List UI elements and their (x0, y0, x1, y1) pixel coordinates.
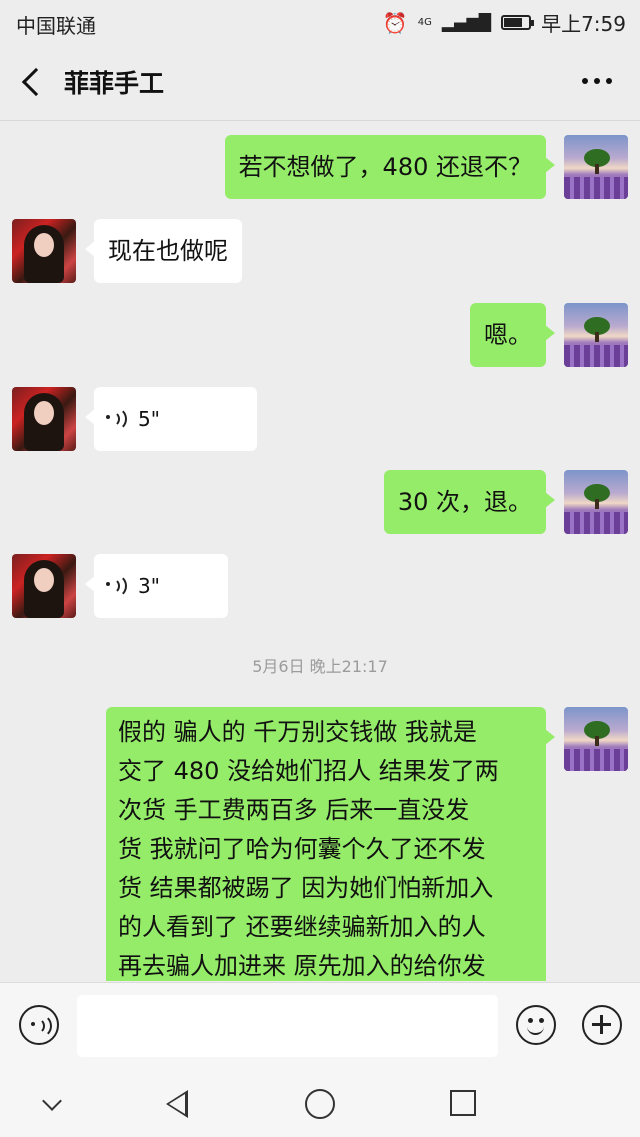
message-bubble[interactable]: 嗯。 (470, 303, 555, 367)
carrier-label: 中国联通 (16, 14, 96, 38)
voice-message[interactable]: 3" (85, 554, 228, 618)
message-line: 货 结果都被踢了 因为她们怕新加入 (118, 874, 494, 902)
my-avatar[interactable] (564, 470, 628, 534)
hide-nav-chevron-icon[interactable] (42, 1091, 62, 1111)
dot-icon (606, 78, 612, 84)
plus-button[interactable] (582, 1005, 622, 1045)
message-bubble[interactable]: 现在也做呢 (85, 219, 242, 283)
message-bubble[interactable]: 30 次，退。 (383, 470, 556, 534)
battery-icon (501, 15, 535, 30)
emoji-mouth (527, 1023, 544, 1035)
voice-input-button[interactable] (19, 1005, 59, 1045)
long-message-bubble[interactable]: 假的 骗人的 千万别交钱做 我就是 交了 480 没给她们招人 结果发了两 次货… (106, 707, 555, 981)
dot-icon (582, 78, 588, 84)
message-line: 交了 480 没给她们招人 结果发了两 (118, 757, 499, 785)
status-bar: 中国联通 ⏰ 4G ▂▄▆█ 早上7:59 (0, 0, 640, 44)
message-line: 假的 骗人的 千万别交钱做 我就是 (118, 718, 477, 746)
recents-square-icon[interactable] (450, 1090, 476, 1116)
contact-avatar[interactable] (12, 554, 76, 618)
message-input[interactable] (77, 995, 498, 1057)
message-line: 次货 手工费两百多 后来一直没发 (118, 796, 470, 824)
message-line: 再去骗人加进来 原先加入的给你发 (118, 952, 486, 980)
contact-avatar[interactable] (12, 219, 76, 283)
input-bar (0, 982, 640, 1071)
my-avatar[interactable] (564, 135, 628, 199)
back-triangle-icon[interactable] (166, 1090, 188, 1118)
timestamp: 5月6日 晚上21:17 (252, 657, 388, 676)
message-bubble[interactable]: 若不想做了，480 还退不？ (224, 135, 556, 199)
system-nav-bar (0, 1070, 640, 1137)
my-avatar[interactable] (564, 707, 628, 771)
voice-wave-icon (106, 407, 130, 431)
voice-duration: 5" (138, 407, 160, 431)
signal-icon: ▂▄▆█ (441, 13, 492, 32)
battery-fill (504, 18, 523, 27)
more-options-button[interactable] (582, 78, 612, 84)
voice-message[interactable]: 5" (85, 387, 257, 451)
dot-icon (594, 78, 600, 84)
chat-title: 菲菲手工 (64, 69, 165, 98)
message-line: 货 我就问了哈为何囊个久了还不发 (118, 835, 486, 863)
status-icons: ⏰ 4G ▂▄▆█ 早上7:59 (383, 8, 626, 37)
my-avatar[interactable] (564, 303, 628, 367)
chat-header: 菲菲手工 (0, 44, 640, 121)
network-label: 4G (417, 16, 432, 28)
voice-duration: 3" (138, 574, 160, 598)
message-list[interactable]: 若不想做了，480 还退不？ 现在也做呢 嗯。 5" 30 次，退。 3" 5月… (0, 121, 640, 981)
clock: 早上7:59 (541, 12, 626, 36)
back-button[interactable] (18, 64, 48, 100)
message-line: 的人看到了 还要继续骗新加入的人 (118, 913, 486, 941)
home-circle-icon[interactable] (305, 1089, 335, 1119)
emoji-button[interactable] (516, 1005, 556, 1045)
alarm-icon: ⏰ (382, 10, 408, 35)
voice-wave-icon (106, 574, 130, 598)
voice-wave-icon (31, 1014, 55, 1038)
contact-avatar[interactable] (12, 387, 76, 451)
